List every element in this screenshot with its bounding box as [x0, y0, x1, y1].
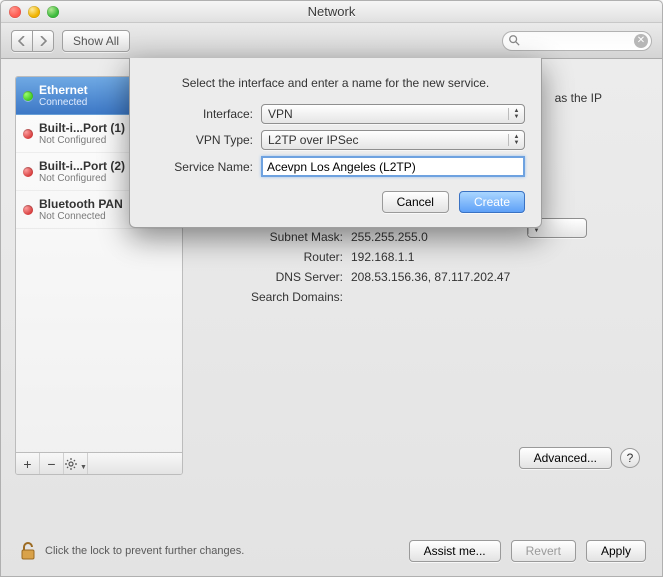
search-domains-label: Search Domains:	[201, 290, 351, 304]
lock-icon	[17, 540, 39, 562]
advanced-button[interactable]: Advanced...	[519, 447, 612, 469]
search-input[interactable]	[502, 31, 652, 51]
vpn-type-label: VPN Type:	[146, 133, 261, 147]
router-label: Router:	[201, 250, 351, 264]
close-icon[interactable]	[9, 6, 21, 18]
footer: Click the lock to prevent further change…	[1, 530, 662, 576]
zoom-icon[interactable]	[47, 6, 59, 18]
gear-icon	[64, 457, 78, 471]
chevron-left-icon	[18, 36, 26, 46]
interface-select[interactable]: VPN ▲▼	[261, 104, 525, 124]
service-name-input[interactable]	[261, 156, 525, 177]
sheet-message: Select the interface and enter a name fo…	[146, 76, 525, 90]
window-title: Network	[1, 4, 662, 19]
forward-button[interactable]	[33, 30, 54, 52]
status-dot-icon	[23, 91, 33, 101]
router-value: 192.168.1.1	[351, 250, 414, 264]
back-button[interactable]	[11, 30, 33, 52]
help-button[interactable]: ?	[620, 448, 640, 468]
title-bar: Network	[1, 1, 662, 23]
dns-server-value: 208.53.156.36, 87.117.202.47	[351, 270, 510, 284]
search-field-wrap: ✕	[502, 31, 652, 51]
lock-area[interactable]: Click the lock to prevent further change…	[17, 540, 244, 562]
cancel-button[interactable]: Cancel	[382, 191, 449, 213]
revert-button[interactable]: Revert	[511, 540, 576, 562]
vpn-type-value: L2TP over IPSec	[262, 133, 508, 147]
assist-me-button[interactable]: Assist me...	[409, 540, 501, 562]
apply-button[interactable]: Apply	[586, 540, 646, 562]
vpn-type-select[interactable]: L2TP over IPSec ▲▼	[261, 130, 525, 150]
interface-label: Interface:	[146, 107, 261, 121]
dns-server-label: DNS Server:	[201, 270, 351, 284]
action-menu-button[interactable]: ▼	[64, 453, 88, 474]
status-dot-icon	[23, 129, 33, 139]
status-dot-icon	[23, 205, 33, 215]
lock-text: Click the lock to prevent further change…	[45, 545, 244, 557]
chevron-right-icon	[39, 36, 47, 46]
sidebar-footer: + − ▼	[16, 452, 182, 474]
nav-segment	[11, 30, 54, 52]
select-arrows-icon: ▲▼	[508, 134, 524, 146]
remove-service-button[interactable]: −	[40, 453, 64, 474]
subnet-mask-label: Subnet Mask:	[201, 230, 351, 244]
new-service-sheet: Select the interface and enter a name fo…	[129, 58, 542, 228]
interface-value: VPN	[262, 107, 508, 121]
clear-search-icon[interactable]: ✕	[634, 34, 648, 48]
add-service-button[interactable]: +	[16, 453, 40, 474]
create-button[interactable]: Create	[459, 191, 525, 213]
toolbar: Show All ✕	[1, 23, 662, 59]
network-prefpane-window: Network Show All ✕	[0, 0, 663, 577]
service-name-label: Service Name:	[146, 160, 261, 174]
show-all-button[interactable]: Show All	[62, 30, 130, 52]
subnet-mask-value: 255.255.255.0	[351, 230, 428, 244]
status-dot-icon	[23, 167, 33, 177]
select-arrows-icon: ▲▼	[508, 108, 524, 120]
status-text-fragment: as the IP	[555, 91, 602, 105]
search-icon	[508, 34, 520, 46]
minimize-icon[interactable]	[28, 6, 40, 18]
